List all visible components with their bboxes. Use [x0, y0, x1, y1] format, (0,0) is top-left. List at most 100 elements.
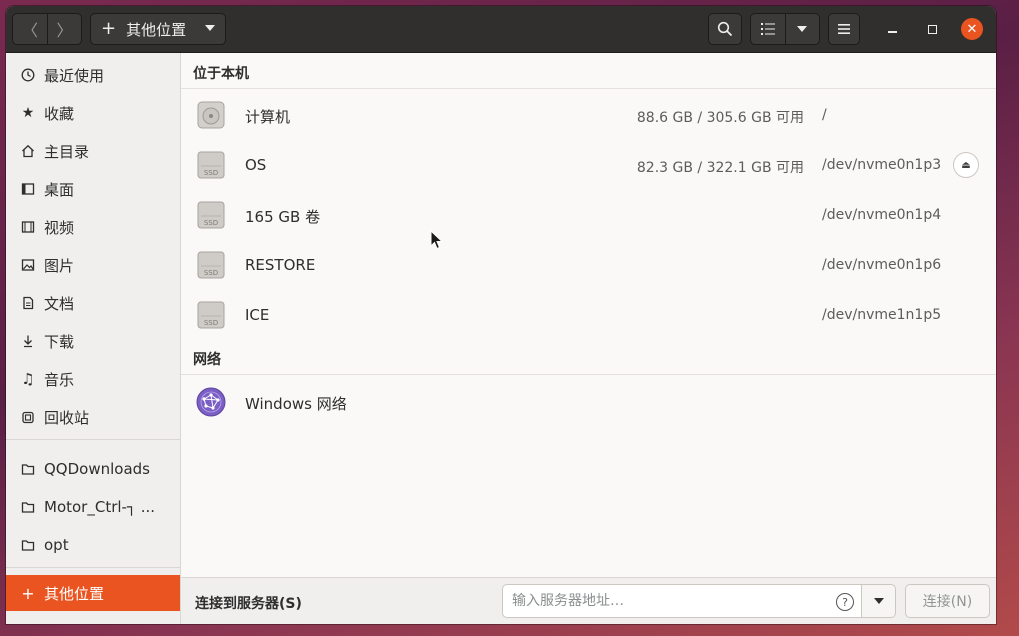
location-button[interactable]: + 其他位置 [90, 13, 226, 45]
drive-row-computer[interactable]: 计算机 88.6 GB / 305.6 GB 可用 / [181, 90, 996, 140]
server-history-dropdown[interactable] [862, 584, 896, 618]
view-options-button[interactable] [784, 14, 819, 44]
sidebar-item-label: 其他位置 [44, 584, 105, 603]
section-title-local: 位于本机 [193, 66, 249, 82]
sidebar-item-pictures[interactable]: 图片 [6, 247, 180, 283]
sidebar-item-label: 桌面 [44, 180, 75, 199]
plus-icon: + [101, 18, 117, 39]
sidebar-bookmark-qqdownloads[interactable]: QQDownloads [6, 451, 180, 487]
sidebar-item-documents[interactable]: 文档 [6, 285, 180, 321]
sidebar-item-desktop[interactable]: 桌面 [6, 171, 180, 207]
sidebar-item-music[interactable]: ♫ 音乐 [6, 361, 180, 397]
sidebar-item-label: 图片 [44, 256, 75, 275]
sidebar: 最近使用 ★ 收藏 主目录 桌面 视频 图片 文档 下载 ♫ 音乐 回收站 QQ… [6, 53, 181, 624]
drive-device: / [822, 107, 827, 123]
document-icon [20, 295, 36, 311]
sidebar-item-starred[interactable]: ★ 收藏 [6, 95, 180, 131]
drive-name: RESTORE [245, 256, 316, 274]
sidebar-item-downloads[interactable]: 下载 [6, 323, 180, 359]
sidebar-item-trash[interactable]: 回收站 [6, 399, 180, 435]
search-button[interactable] [708, 13, 742, 45]
drive-space: 82.3 GB / 322.1 GB 可用 [636, 160, 804, 176]
help-icon[interactable]: ? [836, 593, 854, 611]
folder-icon [20, 499, 36, 515]
header-bar: 〈 〉 + 其他位置 ✕ [6, 6, 996, 53]
maximize-icon [927, 24, 937, 34]
sidebar-divider [6, 439, 180, 440]
folder-icon [20, 461, 36, 477]
sidebar-divider [6, 567, 180, 568]
eject-icon: ⏏ [961, 159, 971, 171]
clock-icon [20, 67, 36, 83]
music-icon: ♫ [21, 370, 35, 388]
section-divider [181, 374, 996, 375]
chevron-down-icon [873, 598, 884, 604]
hamburger-icon [838, 24, 850, 34]
trash-icon [20, 409, 36, 425]
sidebar-item-label: Motor_Ctrl-┐ ... [44, 498, 156, 516]
sidebar-item-videos[interactable]: 视频 [6, 209, 180, 245]
folder-icon [20, 537, 36, 553]
desktop-icon [20, 181, 36, 197]
navigation-buttons: 〈 〉 [12, 13, 82, 45]
sidebar-item-label: 主目录 [44, 142, 90, 161]
back-button[interactable]: 〈 [13, 14, 47, 44]
sidebar-bookmark-motor-ctrl[interactable]: Motor_Ctrl-┐ ... [6, 489, 180, 525]
drive-row-165gb[interactable]: SSD 165 GB 卷 /dev/nvme0n1p4 [181, 190, 996, 240]
chevron-right-icon: 〉 [56, 21, 73, 40]
locations-view: 位于本机 计算机 88.6 GB / 305.6 GB 可用 / SSD OS … [181, 53, 996, 577]
sidebar-item-label: 下载 [44, 332, 75, 351]
sidebar-item-home[interactable]: 主目录 [6, 133, 180, 169]
plus-icon: + [21, 583, 35, 603]
network-row-windows[interactable]: Windows 网络 [181, 377, 996, 427]
minimize-button[interactable] [881, 18, 903, 40]
drive-row-ice[interactable]: SSD ICE /dev/nvme1n1p5 [181, 290, 996, 340]
sidebar-item-label: 最近使用 [44, 66, 105, 85]
drive-space: 88.6 GB / 305.6 GB 可用 [636, 110, 804, 126]
svg-text:SSD: SSD [204, 169, 218, 177]
menu-button[interactable] [828, 13, 860, 45]
connect-server-label: 连接到服务器(S) [195, 596, 302, 612]
drive-device: /dev/nvme0n1p4 [822, 207, 942, 223]
close-icon: ✕ [966, 21, 978, 37]
drive-name: 计算机 [245, 108, 291, 126]
chevron-down-icon [797, 26, 808, 32]
drive-row-restore[interactable]: SSD RESTORE /dev/nvme0n1p6 [181, 240, 996, 290]
drive-row-os[interactable]: SSD OS 82.3 GB / 322.1 GB 可用 /dev/nvme0n… [181, 140, 996, 190]
connect-button[interactable]: 连接(N) [905, 584, 990, 618]
svg-text:SSD: SSD [204, 319, 218, 327]
eject-button[interactable]: ⏏ [953, 152, 979, 178]
ssd-icon: SSD [197, 201, 225, 229]
drive-name: ICE [245, 306, 270, 324]
network-globe-icon [196, 387, 226, 417]
server-address-input[interactable] [502, 584, 862, 618]
list-view-button[interactable] [751, 14, 785, 44]
sidebar-item-label: 视频 [44, 218, 75, 237]
sidebar-item-label: opt [44, 536, 69, 554]
drive-name: OS [245, 156, 267, 174]
connect-server-bar: 连接到服务器(S) ? 连接(N) [181, 577, 996, 624]
drive-device: /dev/nvme0n1p6 [822, 257, 942, 273]
forward-button[interactable]: 〉 [46, 14, 81, 44]
ssd-icon: SSD [197, 151, 225, 179]
mouse-cursor-icon [430, 230, 444, 250]
download-icon [20, 333, 36, 349]
section-title-network: 网络 [193, 352, 221, 368]
file-manager-window: 〈 〉 + 其他位置 ✕ 最近使用 ★ 收藏 主目录 桌面 视频 图片 文档 下… [6, 6, 996, 624]
maximize-button[interactable] [921, 18, 943, 40]
section-divider [181, 88, 996, 89]
chevron-left-icon: 〈 [21, 21, 38, 40]
ssd-icon: SSD [197, 251, 225, 279]
star-icon: ★ [21, 105, 35, 121]
sidebar-bookmark-opt[interactable]: opt [6, 527, 180, 563]
sidebar-item-other-locations[interactable]: + 其他位置 [6, 575, 180, 611]
sidebar-item-label: 收藏 [44, 104, 75, 123]
sidebar-item-label: 音乐 [44, 370, 75, 389]
sidebar-item-recent[interactable]: 最近使用 [6, 57, 180, 93]
search-icon [717, 21, 733, 37]
drive-device: /dev/nvme1n1p5 [822, 307, 942, 323]
drive-name: 165 GB 卷 [245, 208, 321, 226]
sidebar-item-label: 回收站 [44, 408, 90, 427]
close-button[interactable]: ✕ [961, 18, 983, 40]
minimize-icon [887, 31, 897, 33]
